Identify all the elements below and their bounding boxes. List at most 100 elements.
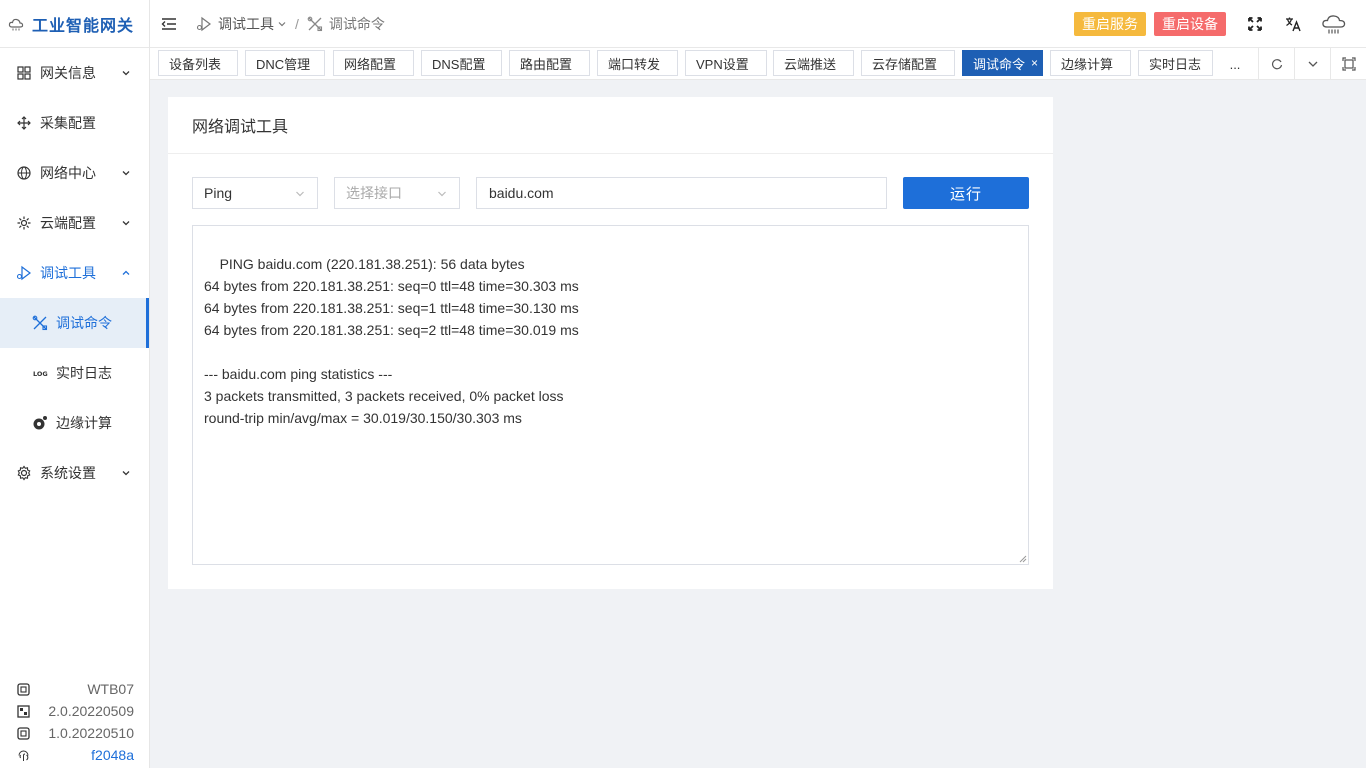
device-model: WTB07: [87, 681, 134, 697]
globe-icon: [16, 165, 32, 181]
menu-collapse-icon[interactable]: [160, 15, 178, 33]
tab-label: 设备列表: [169, 56, 222, 72]
tool-select[interactable]: Ping: [192, 177, 318, 209]
sidebar-item-debug-command[interactable]: 调试命令: [0, 298, 149, 348]
chip-icon: [16, 726, 30, 740]
firmware-version: 2.0.20220509: [48, 703, 134, 719]
sidebar-item-debug-tools[interactable]: 调试工具: [0, 248, 149, 298]
breadcrumb-item-debug-tools[interactable]: 调试工具: [196, 14, 287, 34]
sidebar-footer: WTB07 2.0.20220509 1.0.20220510 f2048a: [0, 678, 150, 768]
sidebar-item-label: 网关信息: [40, 65, 96, 81]
resize-handle-icon[interactable]: [1019, 555, 1027, 563]
tab-bar: 设备列表 DNC管理 网络配置 DNS配置 路由配置 端口转发 VPN设置 云端…: [150, 48, 1366, 80]
sidebar-item-system-settings[interactable]: 系统设置: [0, 448, 149, 498]
maximize-tab-button[interactable]: [1330, 48, 1366, 80]
refresh-icon: [1271, 59, 1282, 70]
chevron-down-icon: [438, 191, 446, 197]
chevron-down-icon: [1308, 61, 1317, 67]
tab-label: 云存储配置: [872, 56, 938, 72]
tabs-more-label: ...: [1229, 56, 1241, 72]
output-text: PING baidu.com (220.181.38.251): 56 data…: [204, 256, 579, 426]
chevron-up-icon: [122, 270, 130, 275]
sidebar-item-label: 云端配置: [40, 215, 96, 231]
tab-route-config[interactable]: 路由配置: [509, 50, 590, 76]
fullscreen-icon[interactable]: [1245, 14, 1265, 34]
hardware-version: 1.0.20220510: [48, 725, 134, 741]
tab-network-config[interactable]: 网络配置: [333, 50, 414, 76]
sidebar-item-gateway-info[interactable]: 网关信息: [0, 48, 149, 98]
tab-label: 路由配置: [520, 56, 573, 72]
sidebar-item-label: 边缘计算: [56, 415, 112, 431]
chip-icon: [16, 682, 30, 696]
tabs-more-button[interactable]: ...: [1212, 48, 1258, 80]
sidebar-item-collect-config[interactable]: 采集配置: [0, 98, 149, 148]
tab-realtime-log[interactable]: 实时日志: [1138, 50, 1213, 76]
sidebar-menu: 网关信息 采集配置 网络中心 云端配置 调试工具 调试命令 LOG 实时日志 边…: [0, 48, 149, 498]
firmware-version-row: 2.0.20220509: [16, 700, 134, 722]
cloud-status-icon[interactable]: [1321, 14, 1347, 34]
chevron-down-icon: [122, 71, 130, 76]
sidebar-item-label: 系统设置: [40, 465, 96, 481]
translate-icon[interactable]: [1283, 14, 1303, 34]
tab-label: 网络配置: [344, 56, 397, 72]
tab-vpn[interactable]: VPN设置: [685, 50, 767, 76]
edge-icon: [32, 415, 48, 431]
firmware-icon: [16, 704, 30, 718]
tools-icon: [307, 16, 322, 31]
sidebar-item-label: 采集配置: [40, 115, 96, 131]
host-input[interactable]: baidu.com: [476, 177, 887, 209]
output-textarea[interactable]: PING baidu.com (220.181.38.251): 56 data…: [192, 225, 1029, 565]
tab-label: 端口转发: [608, 56, 661, 72]
svg-text:LOG: LOG: [33, 370, 48, 378]
restart-device-button[interactable]: 重启设备: [1154, 12, 1226, 36]
breadcrumb: 调试工具 / 调试命令: [196, 14, 385, 34]
device-id-link[interactable]: f2048a: [91, 747, 134, 763]
tab-cloud-push[interactable]: 云端推送: [773, 50, 854, 76]
breadcrumb-separator: /: [295, 15, 299, 32]
debug-icon: [196, 16, 211, 31]
tab-port-forward[interactable]: 端口转发: [597, 50, 678, 76]
hardware-version-row: 1.0.20220510: [16, 722, 134, 744]
top-header: 调试工具 / 调试命令 重启服务 重启设备: [150, 0, 1366, 48]
cloud-logo-icon: [8, 18, 24, 30]
tab-dns-config[interactable]: DNS配置: [421, 50, 502, 76]
interface-select[interactable]: 选择接口: [334, 177, 460, 209]
tab-label: DNS配置: [432, 56, 486, 72]
sidebar-item-label: 调试工具: [40, 265, 96, 281]
device-id-row: f2048a: [16, 744, 134, 766]
card-title: 网络调试工具: [168, 97, 1053, 154]
run-button[interactable]: 运行: [903, 177, 1029, 209]
cloud-config-icon: [16, 215, 32, 231]
grid-icon: [16, 65, 32, 81]
sidebar-item-label: 实时日志: [56, 365, 112, 381]
tools-icon: [32, 315, 48, 331]
sidebar-item-edge-computing[interactable]: 边缘计算: [0, 398, 149, 448]
settings-icon: [16, 465, 32, 481]
tab-edge-computing[interactable]: 边缘计算: [1050, 50, 1131, 76]
tab-label: DNC管理: [256, 56, 311, 72]
sidebar-item-realtime-log[interactable]: LOG 实时日志: [0, 348, 149, 398]
restart-service-button[interactable]: 重启服务: [1074, 12, 1146, 36]
header-actions: 重启服务 重启设备: [1074, 0, 1356, 48]
move-icon: [16, 115, 32, 131]
debug-icon: [16, 265, 32, 281]
app-title: 工业智能网关: [32, 17, 135, 35]
close-icon[interactable]: ×: [1031, 56, 1038, 70]
chevron-down-icon: [122, 171, 130, 176]
tab-label: 调试命令: [973, 56, 1026, 72]
refresh-tab-button[interactable]: [1258, 48, 1294, 80]
tab-cloud-storage[interactable]: 云存储配置: [861, 50, 955, 76]
interface-select-placeholder: 选择接口: [346, 185, 402, 201]
breadcrumb-label: 调试工具: [218, 15, 274, 32]
tab-debug-command[interactable]: 调试命令 ×: [962, 50, 1043, 76]
tab-device-list[interactable]: 设备列表: [158, 50, 238, 76]
tab-label: 实时日志: [1149, 56, 1202, 72]
tab-dnc[interactable]: DNC管理: [245, 50, 325, 76]
maximize-icon: [1341, 57, 1356, 71]
network-debug-card: 网络调试工具 Ping 选择接口 baidu.com 运行 PING baidu…: [168, 97, 1053, 589]
sidebar-item-cloud-config[interactable]: 云端配置: [0, 198, 149, 248]
logo[interactable]: 工业智能网关: [0, 0, 149, 48]
tabs-dropdown-button[interactable]: [1294, 48, 1330, 80]
sidebar: 工业智能网关 网关信息 采集配置 网络中心 云端配置 调试工具 调试命令 LOG…: [0, 0, 150, 768]
sidebar-item-network-center[interactable]: 网络中心: [0, 148, 149, 198]
